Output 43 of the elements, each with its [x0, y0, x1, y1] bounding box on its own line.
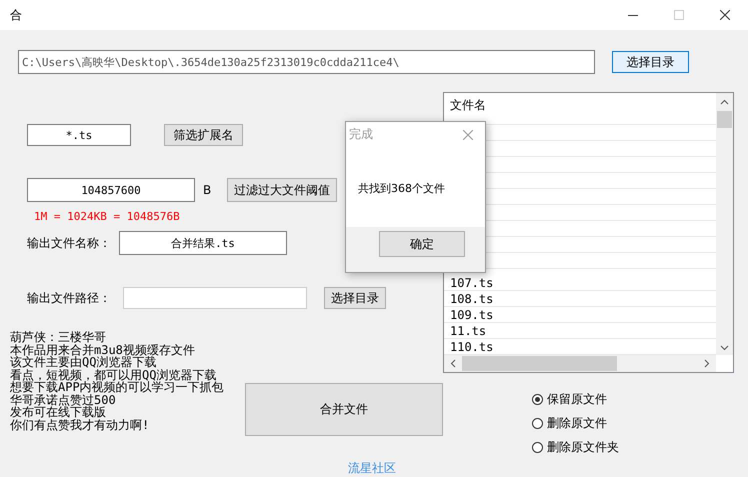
filter-extension-button[interactable]: 筛选扩展名: [164, 124, 243, 146]
note-line: 本作品用来合并m3u8视频缓存文件: [10, 344, 196, 356]
output-name-label: 输出文件名称：: [27, 234, 111, 252]
size-limit-field[interactable]: 104857600: [27, 178, 195, 202]
merge-button[interactable]: 合并文件: [245, 383, 443, 436]
filter-size-button[interactable]: 过滤过大文件阈值: [227, 178, 338, 202]
radio-button[interactable]: [532, 394, 543, 404]
file-row[interactable]: 110.ts: [444, 339, 716, 355]
unit-label: B: [203, 183, 212, 197]
radio-button[interactable]: [532, 418, 543, 428]
option-label: 删除原文件夹: [547, 438, 619, 456]
close-icon[interactable]: [720, 10, 730, 20]
radio-button[interactable]: [532, 442, 543, 452]
scroll-thumb[interactable]: [717, 111, 732, 128]
note-line: 发布可在线下载版: [10, 406, 107, 418]
scroll-thumb[interactable]: [462, 356, 617, 371]
choose-directory-button[interactable]: 选择目录: [324, 287, 386, 309]
file-row[interactable]: 108.ts: [444, 291, 716, 307]
size-hint: 1M = 1024KB = 1048576B: [34, 210, 181, 223]
horizontal-scrollbar[interactable]: [444, 355, 716, 372]
note-line: 看点，短视频，都可以用QQ浏览器下载: [10, 368, 218, 381]
path-field[interactable]: C:\Users\高映华\Desktop\.3654de130a25f2313019c0cdda211ce4\: [18, 50, 595, 74]
dialog-title: 完成: [349, 126, 373, 143]
note-line: 该文件主要由QQ浏览器下载: [10, 356, 156, 368]
choose-directory-button[interactable]: 选择目录: [612, 51, 689, 73]
note-line: 葫芦侠：三楼华哥: [10, 331, 107, 344]
ok-button[interactable]: 确定: [379, 231, 465, 257]
option-label: 保留原文件: [547, 390, 607, 408]
file-row[interactable]: 109.ts: [444, 307, 716, 323]
output-name-field[interactable]: 合并结果.ts: [119, 231, 287, 255]
note-line: 华哥承诺点赞过500: [10, 394, 116, 406]
note-line: 想要下载APP内视频的可以学习一下抓包: [10, 381, 225, 394]
file-row[interactable]: 11.ts: [444, 323, 716, 339]
file-row[interactable]: 107.ts: [444, 275, 716, 291]
output-path-label: 输出文件路径：: [27, 290, 111, 306]
option-label: 删除原文件: [547, 414, 607, 432]
minimize-icon[interactable]: [628, 14, 638, 16]
extension-field[interactable]: *.ts: [27, 124, 131, 146]
dialog-message: 共找到368个文件: [358, 181, 446, 196]
note-line: 你们有点赞我才有动力啊!: [10, 418, 150, 431]
vertical-scrollbar[interactable]: [716, 93, 733, 355]
output-path-field[interactable]: [123, 287, 307, 309]
window-title: 合: [10, 6, 23, 24]
